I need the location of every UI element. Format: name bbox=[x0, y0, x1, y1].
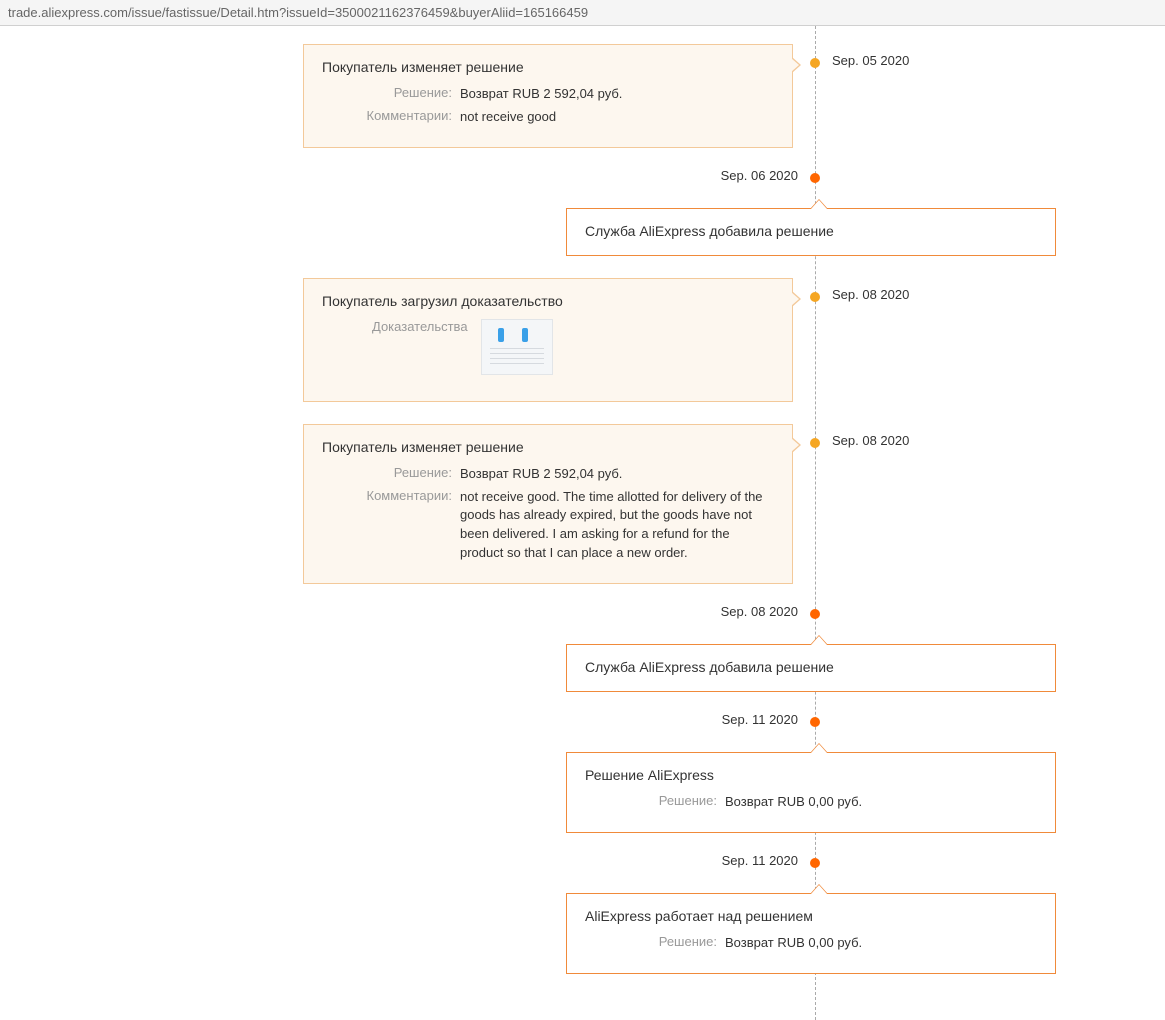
decision-value: Возврат RUB 0,00 руб. bbox=[725, 934, 1037, 953]
comments-value: not receive good bbox=[460, 108, 774, 127]
event-date: Sep. 08 2020 bbox=[832, 433, 909, 448]
address-bar[interactable]: trade.aliexpress.com/issue/fastissue/Det… bbox=[0, 0, 1165, 26]
buyer-event-card[interactable]: Покупатель изменяет решение Решение: Воз… bbox=[303, 424, 793, 584]
timeline-row: Sep. 05 2020 Покупатель изменяет решение… bbox=[20, 44, 1080, 148]
url-text: trade.aliexpress.com/issue/fastissue/Det… bbox=[8, 5, 588, 20]
page: Sep. 05 2020 Покупатель изменяет решение… bbox=[0, 26, 1165, 1020]
timeline-row: Sep. 08 2020 Покупатель изменяет решение… bbox=[20, 424, 1080, 584]
event-title: Покупатель загрузил доказательство bbox=[322, 293, 774, 309]
decision-label: Решение: bbox=[322, 465, 460, 484]
event-date: Sep. 06 2020 bbox=[721, 168, 798, 183]
card-pointer-icon bbox=[792, 57, 801, 73]
timeline-dot-icon bbox=[810, 173, 820, 183]
card-pointer-icon bbox=[810, 199, 828, 209]
event-date: Sep. 05 2020 bbox=[832, 53, 909, 68]
aliexpress-event-card[interactable]: Решение AliExpress Решение: Возврат RUB … bbox=[566, 752, 1056, 833]
comments-label: Комментарии: bbox=[322, 108, 460, 127]
timeline-row: Sep. 11 2020 AliExpress работает над реш… bbox=[20, 855, 1080, 974]
aliexpress-event-card[interactable]: AliExpress работает над решением Решение… bbox=[566, 893, 1056, 974]
timeline-row: Sep. 08 2020 Покупатель загрузил доказат… bbox=[20, 278, 1080, 402]
timeline-dot-icon bbox=[810, 717, 820, 727]
buyer-event-card[interactable]: Покупатель загрузил доказательство Доказ… bbox=[303, 278, 793, 402]
timeline-dot-icon bbox=[810, 58, 820, 68]
decision-value: Возврат RUB 2 592,04 руб. bbox=[460, 85, 774, 104]
comments-value: not receive good. The time allotted for … bbox=[460, 488, 774, 563]
event-date: Sep. 08 2020 bbox=[721, 604, 798, 619]
event-date: Sep. 08 2020 bbox=[832, 287, 909, 302]
timeline-row: Sep. 11 2020 Решение AliExpress Решение:… bbox=[20, 714, 1080, 833]
event-date: Sep. 11 2020 bbox=[722, 853, 798, 868]
event-title: Покупатель изменяет решение bbox=[322, 439, 774, 455]
comments-label: Комментарии: bbox=[322, 488, 460, 563]
timeline-dot-icon bbox=[810, 438, 820, 448]
evidence-thumbnail[interactable] bbox=[481, 319, 553, 375]
decision-label: Решение: bbox=[585, 934, 725, 953]
timeline: Sep. 05 2020 Покупатель изменяет решение… bbox=[20, 26, 1080, 1020]
card-pointer-icon bbox=[810, 635, 828, 645]
timeline-row: Sep. 06 2020 Служба AliExpress добавила … bbox=[20, 170, 1080, 256]
event-title: Покупатель изменяет решение bbox=[322, 59, 774, 75]
evidence-label: Доказательства bbox=[372, 319, 468, 334]
aliexpress-event-card[interactable]: Служба AliExpress добавила решение bbox=[566, 208, 1056, 256]
buyer-event-card[interactable]: Покупатель изменяет решение Решение: Воз… bbox=[303, 44, 793, 148]
timeline-row: Sep. 08 2020 Служба AliExpress добавила … bbox=[20, 606, 1080, 692]
event-title: Служба AliExpress добавила решение bbox=[585, 223, 1037, 239]
decision-label: Решение: bbox=[322, 85, 460, 104]
decision-label: Решение: bbox=[585, 793, 725, 812]
card-pointer-icon bbox=[810, 884, 828, 894]
decision-value: Возврат RUB 2 592,04 руб. bbox=[460, 465, 774, 484]
timeline-dot-icon bbox=[810, 858, 820, 868]
card-pointer-icon bbox=[792, 291, 801, 307]
timeline-dot-icon bbox=[810, 609, 820, 619]
event-date: Sep. 11 2020 bbox=[722, 712, 798, 727]
event-title: Решение AliExpress bbox=[585, 767, 1037, 783]
event-title: Служба AliExpress добавила решение bbox=[585, 659, 1037, 675]
decision-value: Возврат RUB 0,00 руб. bbox=[725, 793, 1037, 812]
card-pointer-icon bbox=[810, 743, 828, 753]
aliexpress-event-card[interactable]: Служба AliExpress добавила решение bbox=[566, 644, 1056, 692]
card-pointer-icon bbox=[792, 437, 801, 453]
timeline-dot-icon bbox=[810, 292, 820, 302]
event-title: AliExpress работает над решением bbox=[585, 908, 1037, 924]
